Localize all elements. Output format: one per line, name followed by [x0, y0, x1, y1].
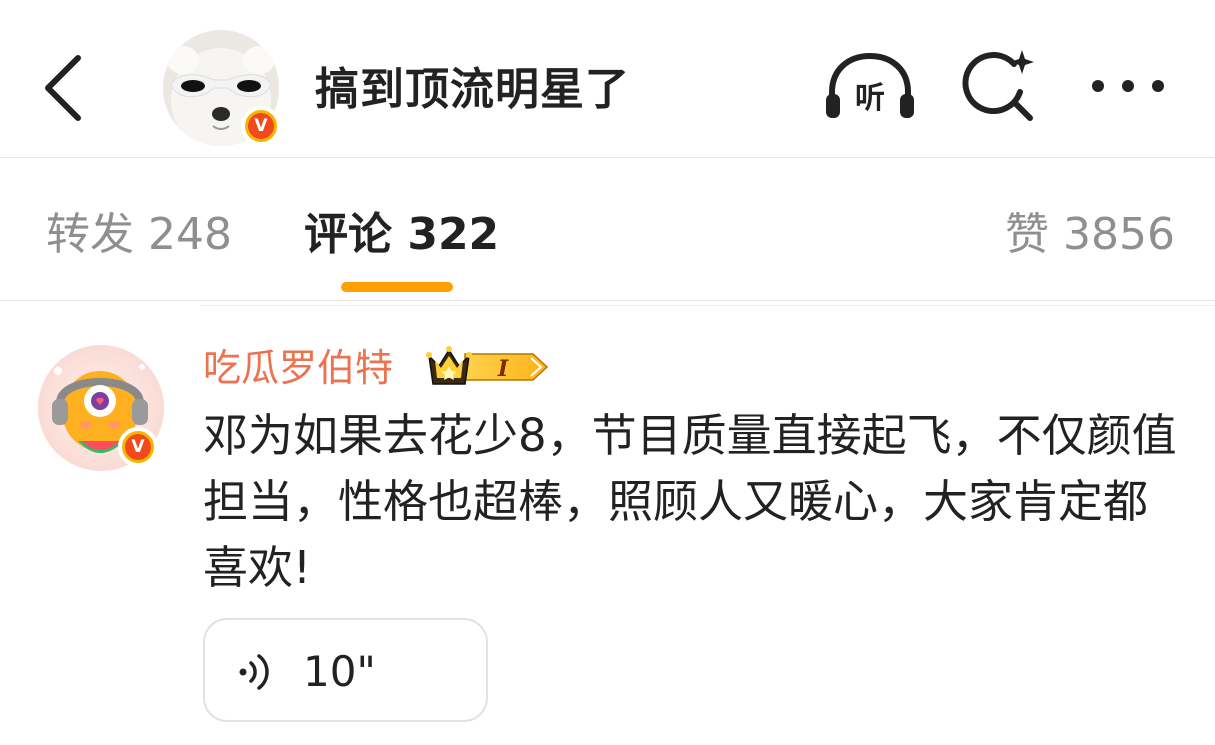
- commenter-verified-badge: V: [118, 427, 158, 467]
- back-button[interactable]: [38, 52, 90, 122]
- listen-label: 听: [855, 81, 885, 116]
- poster-avatar[interactable]: V: [163, 30, 281, 148]
- voice-duration: 10": [303, 647, 376, 696]
- verified-v-icon: V: [248, 113, 274, 139]
- more-button[interactable]: [1088, 48, 1168, 124]
- active-tab-indicator: [341, 282, 453, 292]
- tab-comment-count: 322: [407, 209, 500, 260]
- interaction-tabs: 转发 248 评论 322 赞 3856: [0, 159, 1215, 301]
- tab-comment-label: 评论: [304, 209, 392, 260]
- listen-headphones-icon: 听: [826, 52, 914, 118]
- voice-wave-icon: [239, 654, 269, 690]
- verified-badge: V: [241, 106, 281, 146]
- tab-like[interactable]: 赞 3856: [1005, 207, 1175, 263]
- fade-overlay: [488, 690, 788, 730]
- member-level-text: I: [497, 356, 509, 382]
- listen-button[interactable]: 听: [822, 48, 918, 124]
- search-sparkle-icon: [962, 50, 1034, 121]
- commenter-username[interactable]: 吃瓜罗伯特: [203, 342, 393, 394]
- tab-like-count: 3856: [1063, 209, 1175, 260]
- tab-repost-label: 转发: [46, 209, 134, 260]
- tab-comment[interactable]: 评论 322: [304, 207, 499, 263]
- crown-icon: [426, 346, 472, 385]
- comment-text: 邓为如果去花少8，节目质量直接起飞，不仅颜值担当，性格也超棒，照顾人又暖心，大家…: [203, 409, 1177, 594]
- search-button[interactable]: [962, 48, 1038, 124]
- member-level-badge[interactable]: I: [425, 344, 551, 390]
- tab-like-label: 赞: [1005, 209, 1049, 260]
- more-dots-icon: [1092, 80, 1164, 92]
- tab-repost-count: 248: [148, 209, 232, 260]
- tab-repost[interactable]: 转发 248: [46, 207, 232, 263]
- verified-v-icon: V: [125, 434, 151, 460]
- divider: [200, 305, 1215, 306]
- page-title: 搞到顶流明星了: [315, 64, 630, 115]
- back-arrow-icon: [45, 55, 81, 121]
- voice-message-button[interactable]: 10": [203, 618, 488, 722]
- commenter-avatar[interactable]: V: [38, 345, 166, 473]
- post-header: V 搞到顶流明星了 听: [0, 0, 1215, 158]
